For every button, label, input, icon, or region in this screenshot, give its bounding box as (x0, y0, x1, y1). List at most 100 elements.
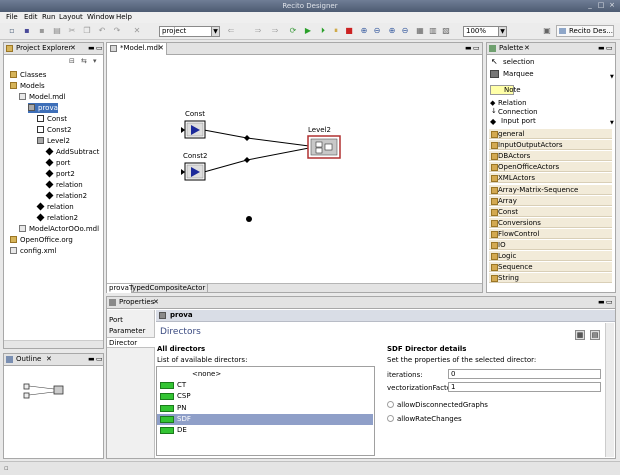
palette-category[interactable]: String (489, 273, 612, 284)
director-row[interactable]: <none> (157, 369, 373, 380)
maximize-button[interactable]: □ (596, 1, 606, 10)
tab-director[interactable]: Director (109, 339, 137, 347)
palette-category[interactable]: Sequence (489, 262, 612, 273)
palette-tool-connection[interactable]: Connection (498, 108, 538, 116)
model-diagram[interactable] (107, 55, 482, 280)
director-row[interactable]: DE (157, 425, 373, 436)
tree-item[interactable]: OpenOffice.org (10, 235, 73, 245)
zoom-fit-icon[interactable]: ⊕ (387, 26, 397, 36)
new-icon[interactable]: ▫ (7, 26, 17, 36)
tree-item[interactable]: Const2 (37, 125, 71, 135)
close-icon[interactable]: ✕ (158, 43, 164, 54)
maximize-icon[interactable]: ▭ (606, 43, 613, 54)
tree-item[interactable]: Level2 (37, 136, 70, 146)
allow-rate-changes-checkbox[interactable] (387, 415, 394, 422)
palette-category[interactable]: Array (489, 195, 612, 206)
palette-tool-marquee[interactable]: Marquee (503, 70, 534, 78)
chevron-down-icon[interactable]: ▼ (610, 120, 614, 126)
tree-item[interactable]: relation2 (36, 213, 78, 223)
relation-diamond[interactable] (244, 135, 250, 141)
palette-category[interactable]: general (489, 129, 612, 139)
close-icon[interactable]: ✕ (153, 297, 159, 308)
tree-item[interactable]: relation2 (45, 191, 87, 201)
menu-layout[interactable]: Layout (59, 12, 83, 23)
menu-help[interactable]: Help (116, 12, 132, 23)
undo-icon[interactable]: ↶ (97, 26, 107, 36)
copy-icon[interactable]: ❐ (82, 26, 92, 36)
grid-icon[interactable]: ▦ (415, 26, 425, 36)
menu-window[interactable]: Window (87, 12, 115, 23)
step-run-icon[interactable]: ⏵ (318, 26, 328, 36)
forward-icon[interactable]: ⇒ (253, 26, 263, 36)
save-icon[interactable]: ▪ (22, 26, 32, 36)
tree-item[interactable]: Const (37, 114, 67, 124)
tree-item[interactable]: ModelActorOOo.mdl (19, 224, 99, 234)
palette-category[interactable]: XMLActors (489, 173, 612, 184)
zoom-out-icon[interactable]: ⊖ (372, 26, 382, 36)
chevron-down-icon[interactable]: ▼ (610, 74, 614, 80)
cut-icon[interactable]: ✂ (67, 26, 77, 36)
close-icon[interactable]: ✕ (70, 43, 76, 54)
zoom-in-icon[interactable]: ⊕ (359, 26, 369, 36)
redo-icon[interactable]: ↷ (112, 26, 122, 36)
director-row[interactable]: CT (157, 380, 373, 391)
tree-item[interactable]: Classes (10, 70, 46, 80)
properties-tab[interactable]: Properties (107, 297, 154, 308)
maximize-icon[interactable]: ▭ (473, 43, 480, 54)
project-combo[interactable]: project ▼ (159, 26, 220, 37)
close-button[interactable]: × (607, 1, 617, 10)
palette-category[interactable]: Array-Matrix-Sequence (489, 184, 612, 195)
project-explorer-tab[interactable]: Project Explorer (4, 43, 71, 54)
outline-thumbnail[interactable] (20, 380, 72, 404)
menu-run[interactable]: Run (42, 12, 55, 23)
palette-tool-relation[interactable]: Relation (498, 99, 527, 107)
link-editor-icon[interactable]: ⇆ (81, 57, 87, 65)
minimize-icon[interactable]: ▬ (465, 43, 472, 54)
perspective-button[interactable]: Recito Des... (556, 25, 614, 37)
tab-parameter[interactable]: Parameter (109, 327, 145, 335)
palette-category[interactable]: OpenOfficeActors (489, 162, 612, 173)
vf-field[interactable]: 1 (448, 382, 601, 392)
tree-item[interactable]: relation (36, 202, 74, 212)
allow-disconnected-checkbox[interactable] (387, 401, 394, 408)
collapse-all-icon[interactable]: ⊟ (69, 57, 75, 65)
tree-item[interactable]: config.xml (10, 246, 57, 256)
minimize-icon[interactable]: ▬ (598, 297, 605, 308)
pause-icon[interactable]: ⏸ (331, 26, 341, 36)
director-dot[interactable] (246, 216, 252, 222)
grid-layout-icon[interactable]: ▦ (575, 330, 585, 340)
open-perspective-icon[interactable]: ▣ (542, 26, 552, 36)
director-row[interactable]: SDF (157, 413, 373, 425)
minimize-button[interactable]: _ (585, 1, 595, 10)
palette-category[interactable]: DBActors (489, 151, 612, 162)
tab-port[interactable]: Port (109, 316, 123, 324)
palette-category[interactable]: InputOutputActors (489, 140, 612, 151)
close-icon[interactable]: ✕ (524, 43, 530, 54)
maximize-icon[interactable]: ▭ (96, 354, 103, 365)
minimize-icon[interactable]: ▬ (88, 354, 95, 365)
table-layout-icon[interactable]: ▤ (590, 330, 600, 340)
palette-category[interactable]: Conversions (489, 217, 612, 228)
zoom-reset-icon[interactable]: ⊖ (400, 26, 410, 36)
outline-tab[interactable]: Outline (4, 354, 41, 365)
palette-tab[interactable]: Palette (487, 43, 523, 54)
relation2-diamond[interactable] (244, 157, 250, 163)
back-icon[interactable]: ⇐ (226, 26, 236, 36)
snap-icon[interactable]: ▧ (441, 26, 451, 36)
palette-category[interactable]: FlowControl (489, 228, 612, 239)
maximize-icon[interactable]: ▭ (606, 297, 613, 308)
tree-item[interactable]: AddSubtract (45, 147, 99, 157)
palette-tool-selection[interactable]: selection (503, 58, 534, 66)
tree-item[interactable]: Model.mdl (19, 92, 65, 102)
maximize-icon[interactable]: ▭ (96, 43, 103, 54)
tree-item[interactable]: prova (28, 103, 58, 113)
print-icon[interactable]: ▤ (52, 26, 62, 36)
align-icon[interactable]: ▥ (428, 26, 438, 36)
iterations-field[interactable]: 0 (448, 369, 601, 379)
editor-tab[interactable]: *Model.mdl ✕ (107, 43, 167, 55)
vertical-scrollbar[interactable] (605, 323, 614, 457)
tree-item[interactable]: relation (45, 180, 83, 190)
save-all-icon[interactable]: ▪ (37, 26, 47, 36)
palette-category[interactable]: IO (489, 240, 612, 250)
minimize-icon[interactable]: ▬ (88, 43, 95, 54)
